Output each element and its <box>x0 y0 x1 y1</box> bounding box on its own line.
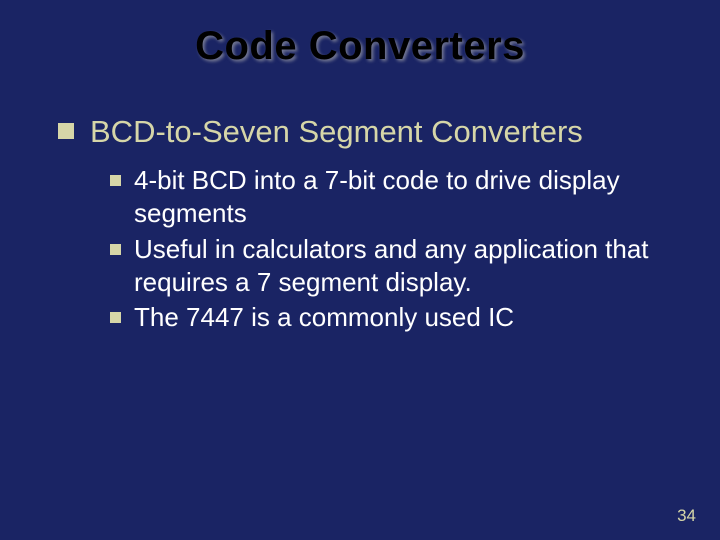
list-item-text: The 7447 is a commonly used IC <box>134 301 514 334</box>
list-item: The 7447 is a commonly used IC <box>110 301 690 334</box>
list-item-text: Useful in calculators and any applicatio… <box>134 233 690 300</box>
slide-container: Code Converters BCD-to-Seven Segment Con… <box>0 0 720 540</box>
level1-heading: BCD-to-Seven Segment Converters <box>90 113 583 150</box>
page-number: 34 <box>677 506 696 526</box>
square-bullet-icon <box>58 123 74 139</box>
list-item: 4-bit BCD into a 7-bit code to drive dis… <box>110 164 690 231</box>
square-bullet-icon <box>110 244 121 255</box>
square-bullet-icon <box>110 175 121 186</box>
bullet-level1: BCD-to-Seven Segment Converters <box>58 113 690 150</box>
list-item: Useful in calculators and any applicatio… <box>110 233 690 300</box>
level2-list: 4-bit BCD into a 7-bit code to drive dis… <box>110 164 690 334</box>
square-bullet-icon <box>110 312 121 323</box>
list-item-text: 4-bit BCD into a 7-bit code to drive dis… <box>134 164 690 231</box>
slide-title: Code Converters <box>30 24 690 69</box>
